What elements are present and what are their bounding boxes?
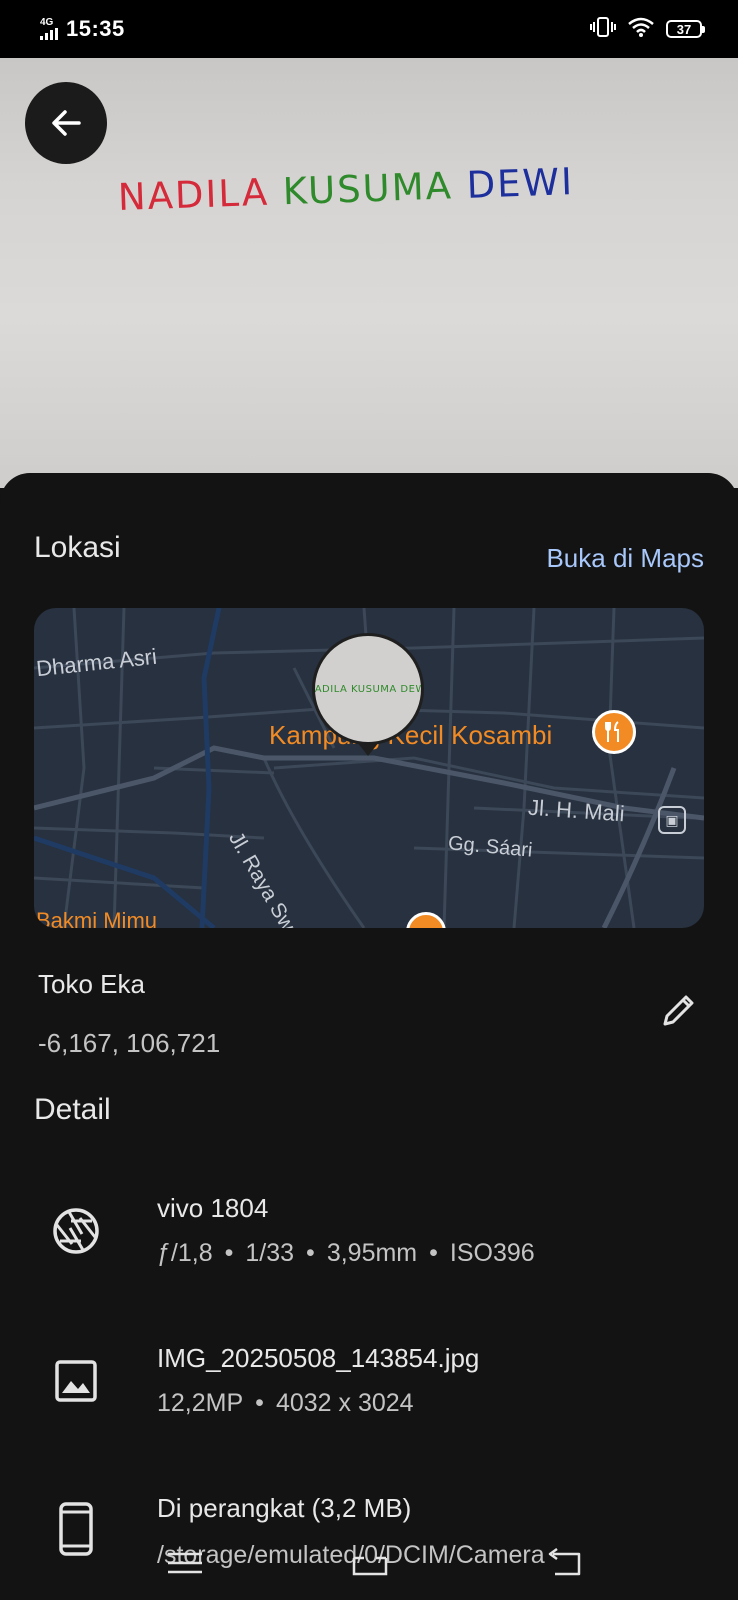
storage-label: Di perangkat (3,2 MB) [157, 1493, 412, 1523]
file-name: IMG_20250508_143854.jpg [157, 1343, 480, 1373]
image-icon [48, 1353, 104, 1409]
signal-icon [40, 28, 58, 40]
menu-nav-button[interactable] [160, 1543, 210, 1583]
status-bar: 4G 15:35 37 [0, 0, 738, 58]
info-sheet: Lokasi Buka di Maps Dharma Asri Kampung … [0, 473, 738, 1600]
resolution: 4032 x 3024 [275, 1389, 414, 1417]
location-title: Lokasi [34, 531, 121, 564]
caption-word-1: NADILA [117, 170, 270, 219]
photo-preview[interactable]: NADILA KUSUMA DEWI [0, 58, 738, 488]
vibrate-icon [590, 16, 616, 43]
iso-value: ISO396 [449, 1239, 535, 1267]
shutter-value: 1/33 [245, 1239, 295, 1267]
caption-word-2: KUSUMA [282, 164, 454, 214]
back-nav-icon [548, 1548, 581, 1576]
aperture-icon [48, 1203, 104, 1259]
status-right: 37 [590, 16, 705, 43]
map-label-bakmi: Bakmi Mimu [36, 908, 158, 928]
clock: 15:35 [66, 16, 125, 41]
battery-icon: 37 [666, 20, 705, 38]
pencil-icon [663, 995, 694, 1026]
network-type: 4G [40, 17, 54, 28]
file-specs: 12,2MP • 4032 x 3024 [157, 1389, 414, 1417]
bus-stop-icon[interactable]: ▣ [658, 806, 686, 834]
back-button[interactable] [25, 82, 107, 164]
camera-model: vivo 1804 [157, 1193, 269, 1223]
location-map[interactable]: Dharma Asri Kampung Kecil Kosambi Jl. H.… [34, 608, 704, 928]
place-name: Toko Eka [38, 969, 145, 999]
wifi-icon [628, 17, 654, 42]
menu-icon [168, 1552, 202, 1574]
aperture-value: ƒ/1,8 [157, 1239, 213, 1267]
restaurant-pin-icon[interactable] [592, 710, 636, 754]
photo-pin-thumbnail[interactable]: NADILA KUSUMA DEWI [312, 633, 424, 745]
back-nav-button[interactable] [540, 1543, 590, 1583]
open-in-maps-link[interactable]: Buka di Maps [546, 543, 704, 574]
photo-caption: NADILA KUSUMA DEWI [117, 160, 574, 219]
pin-caption: NADILA KUSUMA DEWI [312, 683, 424, 695]
coordinates: -6,167, 106,721 [38, 1028, 221, 1058]
status-left: 4G 15:35 [40, 16, 125, 42]
home-nav-button[interactable] [345, 1543, 395, 1583]
camera-specs: ƒ/1,8 • 1/33 • 3,95mm • ISO396 [157, 1239, 535, 1267]
focal-length-value: 3,95mm [326, 1239, 418, 1267]
network-indicator: 4G [40, 18, 58, 40]
edit-location-button[interactable] [652, 983, 706, 1037]
caption-word-3: DEWI [465, 160, 575, 207]
arrow-back-icon [52, 110, 81, 136]
system-nav-bar [0, 1525, 738, 1600]
home-icon [352, 1556, 388, 1576]
detail-title: Detail [34, 1093, 111, 1126]
megapixels: 12,2MP [157, 1389, 244, 1417]
